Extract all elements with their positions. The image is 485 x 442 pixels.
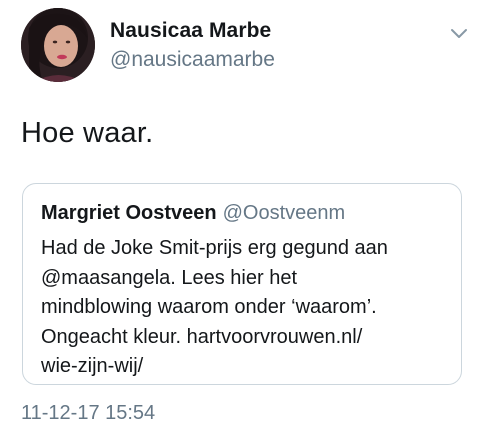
tweet-timestamp[interactable]: 11-12-17 15:54 <box>21 402 155 425</box>
author-display-name[interactable]: Nausicaa Marbe <box>110 19 271 43</box>
tweet-text: Hoe waar. <box>21 117 154 149</box>
quoted-tweet-text: Had de Joke Smit-prijs erg gegund aan @m… <box>41 234 451 382</box>
quoted-text-line: wie-zijn-wij/ <box>41 355 144 377</box>
quoted-text-line: mindblowing waarom onder ‘waarom’. <box>41 296 377 318</box>
quoted-text-line: Had de Joke Smit-prijs erg gegund aan <box>41 237 388 259</box>
quoted-author-name: Margriet Oostveen <box>41 202 217 224</box>
profile-photo-icon <box>21 8 95 82</box>
author-handle[interactable]: @nausicaamarbe <box>110 48 275 72</box>
avatar[interactable] <box>21 8 95 82</box>
quoted-text-line: Ongeacht kleur. hartvoorvrouwen.nl/ <box>41 325 363 348</box>
chevron-down-icon[interactable] <box>450 26 468 40</box>
quoted-tweet-header: Margriet Oostveen @Oostveenm <box>41 202 345 225</box>
quoted-tweet-card[interactable]: Margriet Oostveen @Oostveenm Had de Joke … <box>22 183 462 385</box>
quoted-author-handle: @Oostveenm <box>222 202 346 224</box>
quoted-text-line: @maasangela. Lees hier het <box>41 266 298 289</box>
